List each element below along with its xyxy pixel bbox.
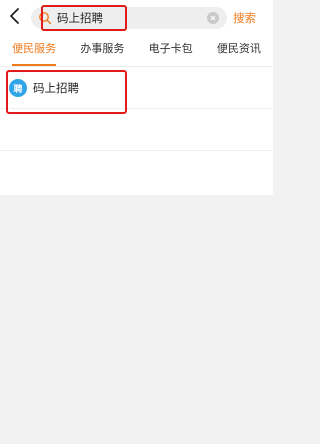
tab-convenience-services[interactable]: 便民服务 xyxy=(0,34,68,66)
search-icon xyxy=(39,12,52,25)
app-icon: 聘 xyxy=(9,79,27,97)
app-icon-glyph: 聘 xyxy=(13,84,23,95)
top-bar: 码上招聘 搜索 xyxy=(0,0,273,34)
search-button[interactable]: 搜索 xyxy=(233,7,256,29)
chevron-left-icon xyxy=(10,8,19,24)
back-button[interactable] xyxy=(6,5,24,27)
tab-government-services[interactable]: 办事服务 xyxy=(68,34,136,66)
empty-row xyxy=(0,109,273,151)
category-tabs: 便民服务 办事服务 电子卡包 便民资讯 xyxy=(0,34,273,67)
empty-row xyxy=(0,151,273,193)
result-item[interactable]: 聘 码上招聘 xyxy=(0,67,273,109)
search-results: 聘 码上招聘 xyxy=(0,67,273,195)
search-box[interactable]: 码上招聘 xyxy=(31,7,227,29)
search-input[interactable]: 码上招聘 xyxy=(57,7,103,29)
result-title: 码上招聘 xyxy=(33,81,79,95)
tab-e-card-wallet[interactable]: 电子卡包 xyxy=(137,34,205,66)
clear-icon[interactable] xyxy=(207,12,219,24)
tab-convenience-news[interactable]: 便民资讯 xyxy=(205,34,273,66)
